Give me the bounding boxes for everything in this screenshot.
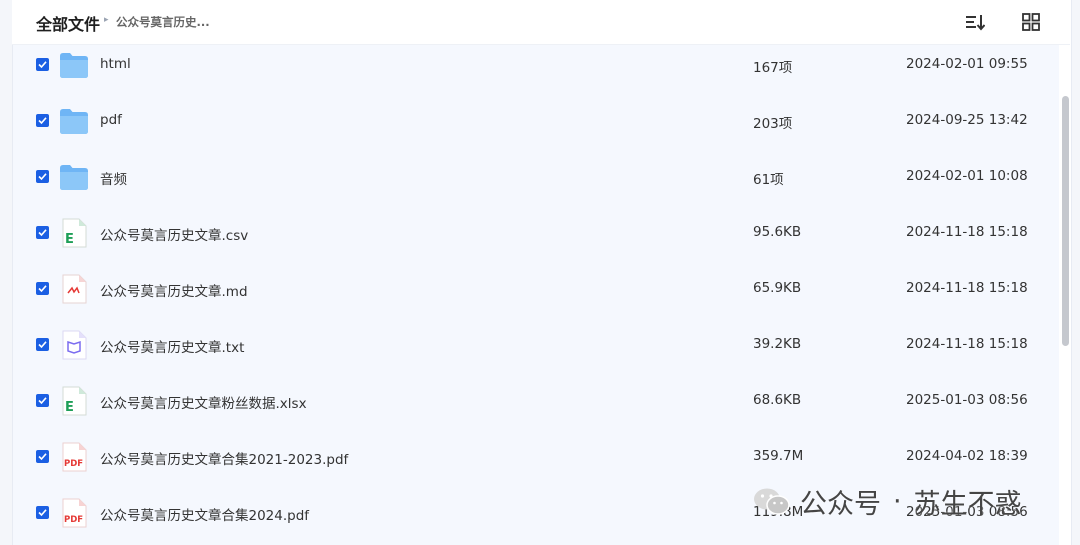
row-checkbox[interactable] xyxy=(36,450,49,463)
checkmark-icon xyxy=(38,285,47,293)
file-name[interactable]: 公众号莫言历史文章.md xyxy=(100,280,248,300)
file-row[interactable]: 公众号莫言历史文章.txt 39.2KB 2024-11-18 15:18 xyxy=(13,317,1059,373)
file-row[interactable]: 音频 61项 2024-02-01 10:08 xyxy=(13,149,1059,205)
breadcrumb-current[interactable]: 公众号莫言历史... xyxy=(116,14,210,30)
file-size: 39.2KB xyxy=(753,336,802,352)
text-file-icon xyxy=(62,330,87,360)
file-name[interactable]: 公众号莫言历史文章.csv xyxy=(100,224,248,244)
breadcrumb-separator-icon: ▸ xyxy=(104,15,109,25)
checkmark-icon xyxy=(38,453,47,461)
watermark-separator: · xyxy=(893,486,902,517)
row-checkbox[interactable] xyxy=(36,58,49,71)
file-type-icon: PDF xyxy=(59,442,89,472)
file-row[interactable]: E 公众号莫言历史文章.csv 95.6KB 2024-11-18 15:18 xyxy=(13,205,1059,261)
file-type-icon xyxy=(59,162,89,192)
file-row[interactable]: E 公众号莫言历史文章粉丝数据.xlsx 68.6KB 2025-01-03 0… xyxy=(13,373,1059,429)
file-size: 359.7M xyxy=(753,448,804,464)
wechat-icon xyxy=(754,488,790,515)
checkmark-icon xyxy=(38,509,47,517)
checkmark-icon xyxy=(38,341,47,349)
file-row[interactable]: PDF 公众号莫言历史文章合集2021-2023.pdf 359.7M 2024… xyxy=(13,429,1059,485)
file-name[interactable]: html xyxy=(100,56,131,72)
pdf-file-icon: PDF xyxy=(62,442,87,472)
pdf-file-icon: PDF xyxy=(62,498,87,528)
svg-text:E: E xyxy=(65,400,74,415)
sort-icon xyxy=(966,15,985,31)
folder-icon xyxy=(60,165,88,190)
file-row[interactable]: html 167项 2024-02-01 09:55 xyxy=(13,37,1059,93)
file-type-icon: E xyxy=(59,218,89,248)
file-date: 2024-11-18 15:18 xyxy=(906,224,1028,240)
file-date: 2024-11-18 15:18 xyxy=(906,280,1028,296)
checkmark-icon xyxy=(38,173,47,181)
file-date: 2024-04-02 18:39 xyxy=(906,448,1028,464)
file-row[interactable]: pdf 203项 2024-09-25 13:42 xyxy=(13,93,1059,149)
toolbar-header: 全部文件 ▸ 公众号莫言历史... xyxy=(12,0,1070,45)
file-size: 68.6KB xyxy=(753,392,802,408)
grid-view-button[interactable] xyxy=(1020,11,1042,33)
file-type-icon xyxy=(59,106,89,136)
row-checkbox[interactable] xyxy=(36,282,49,295)
file-row[interactable]: 公众号莫言历史文章.md 65.9KB 2024-11-18 15:18 xyxy=(13,261,1059,317)
file-size: 95.6KB xyxy=(753,224,802,240)
file-size: 65.9KB xyxy=(753,280,802,296)
row-checkbox[interactable] xyxy=(36,338,49,351)
file-type-icon xyxy=(59,274,89,304)
file-name[interactable]: 公众号莫言历史文章合集2024.pdf xyxy=(100,504,309,524)
file-date: 2024-02-01 10:08 xyxy=(906,168,1028,184)
checkmark-icon xyxy=(38,117,47,125)
svg-text:PDF: PDF xyxy=(64,515,83,525)
markdown-file-icon xyxy=(62,274,87,304)
svg-text:PDF: PDF xyxy=(64,459,83,469)
grid-view-icon xyxy=(1022,13,1040,31)
file-list: html 167项 2024-02-01 09:55 pdf 203项 2024… xyxy=(13,37,1059,545)
row-checkbox[interactable] xyxy=(36,170,49,183)
checkmark-icon xyxy=(38,229,47,237)
folder-icon xyxy=(60,53,88,78)
file-date: 2024-11-18 15:18 xyxy=(906,336,1028,352)
svg-text:E: E xyxy=(65,232,74,247)
file-size: 61项 xyxy=(753,172,784,188)
file-date: 2025-01-03 08:56 xyxy=(906,392,1028,408)
file-name[interactable]: pdf xyxy=(100,112,122,128)
file-size: 203项 xyxy=(753,116,793,132)
excel-file-icon: E xyxy=(62,218,87,248)
checkmark-icon xyxy=(38,397,47,405)
file-type-icon xyxy=(59,50,89,80)
breadcrumb-root[interactable]: 全部文件 xyxy=(36,11,100,35)
folder-icon xyxy=(60,109,88,134)
sort-button[interactable] xyxy=(964,11,986,33)
row-checkbox[interactable] xyxy=(36,506,49,519)
file-date: 2024-09-25 13:42 xyxy=(906,112,1028,128)
watermark-prefix: 公众号 xyxy=(800,489,881,520)
file-date: 2024-02-01 09:55 xyxy=(906,56,1028,72)
row-checkbox[interactable] xyxy=(36,114,49,127)
row-checkbox[interactable] xyxy=(36,394,49,407)
scrollbar-thumb[interactable] xyxy=(1062,96,1069,346)
file-type-icon xyxy=(59,330,89,360)
checkmark-icon xyxy=(38,61,47,69)
file-type-icon: PDF xyxy=(59,498,89,528)
watermark: 公众号 · 苏生不惑 xyxy=(752,482,1022,521)
scrollbar[interactable] xyxy=(1061,44,1070,545)
watermark-name: 苏生不惑 xyxy=(913,489,1022,520)
file-name[interactable]: 公众号莫言历史文章粉丝数据.xlsx xyxy=(100,392,307,412)
row-checkbox[interactable] xyxy=(36,226,49,239)
file-type-icon: E xyxy=(59,386,89,416)
file-size: 167项 xyxy=(753,60,793,76)
file-name[interactable]: 公众号莫言历史文章合集2021-2023.pdf xyxy=(100,448,348,468)
file-name[interactable]: 音频 xyxy=(100,168,127,188)
excel-file-icon: E xyxy=(62,386,87,416)
file-name[interactable]: 公众号莫言历史文章.txt xyxy=(100,336,244,356)
